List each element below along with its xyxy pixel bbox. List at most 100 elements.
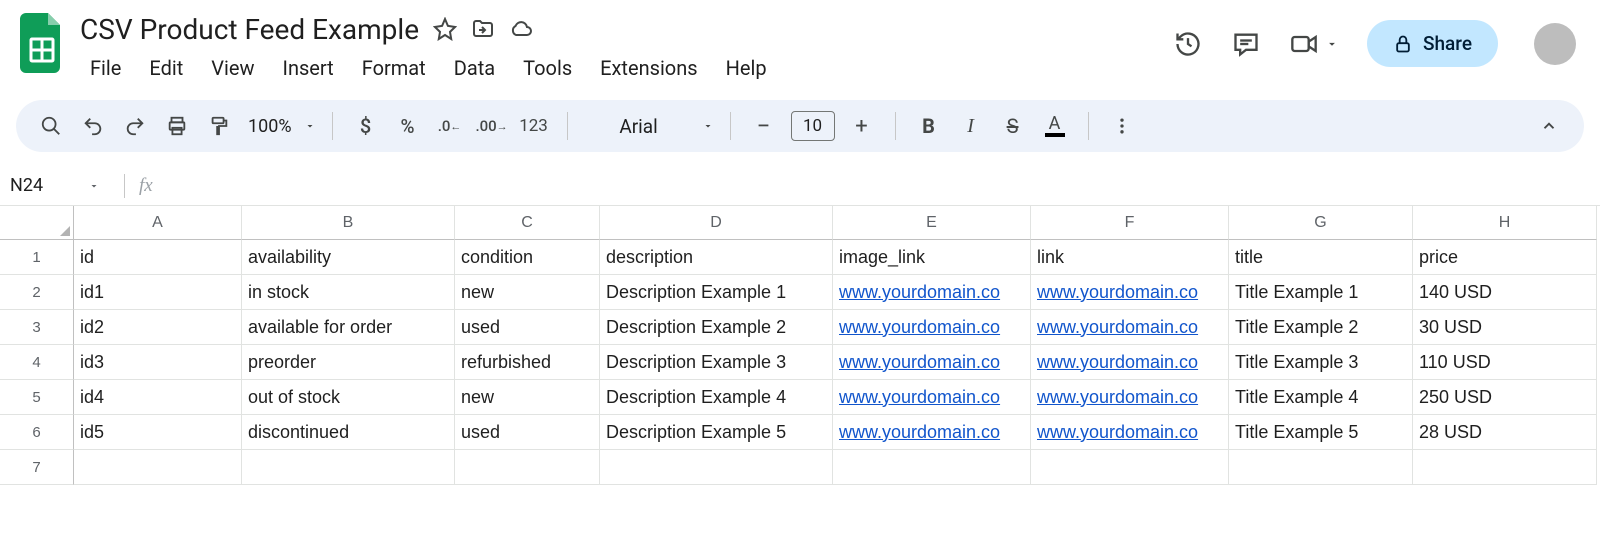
cell[interactable]: www.yourdomain.co	[833, 415, 1031, 450]
column-header[interactable]: G	[1229, 206, 1413, 240]
decrease-decimal-button[interactable]: .0←	[433, 109, 467, 143]
cell[interactable]: www.yourdomain.co	[833, 310, 1031, 345]
cell[interactable]: link	[1031, 240, 1229, 275]
cell[interactable]: Title Example 4	[1229, 380, 1413, 415]
row-header[interactable]: 4	[0, 345, 74, 380]
comments-icon[interactable]	[1231, 29, 1261, 59]
column-header[interactable]: D	[600, 206, 833, 240]
increase-font-button[interactable]: +	[845, 109, 879, 143]
cell[interactable]: new	[455, 380, 600, 415]
cell[interactable]: new	[455, 275, 600, 310]
cell[interactable]: id2	[74, 310, 242, 345]
cell[interactable]: Description Example 5	[600, 415, 833, 450]
column-header[interactable]: E	[833, 206, 1031, 240]
cell[interactable]: Title Example 3	[1229, 345, 1413, 380]
cell[interactable]: 110 USD	[1413, 345, 1597, 380]
chevron-down-icon[interactable]	[1325, 37, 1339, 51]
column-header[interactable]: H	[1413, 206, 1597, 240]
cell[interactable]: id5	[74, 415, 242, 450]
cell[interactable]: www.yourdomain.co	[1031, 380, 1229, 415]
cell[interactable]: id	[74, 240, 242, 275]
cell[interactable]: discontinued	[242, 415, 455, 450]
cell[interactable]: id3	[74, 345, 242, 380]
menu-help[interactable]: Help	[714, 52, 779, 84]
cell[interactable]: 28 USD	[1413, 415, 1597, 450]
cell[interactable]: www.yourdomain.co	[1031, 275, 1229, 310]
cell[interactable]	[1413, 450, 1597, 485]
cell[interactable]: used	[455, 415, 600, 450]
spreadsheet-grid[interactable]: 1234567 ABCDEFGH idavailabilitycondition…	[0, 206, 1600, 485]
cell[interactable]: Description Example 3	[600, 345, 833, 380]
menu-extensions[interactable]: Extensions	[588, 52, 709, 84]
name-box[interactable]: N24	[10, 175, 110, 196]
column-header[interactable]: A	[74, 206, 242, 240]
cell[interactable]: used	[455, 310, 600, 345]
bold-button[interactable]: B	[912, 109, 946, 143]
row-header[interactable]: 3	[0, 310, 74, 345]
cell[interactable]: Title Example 5	[1229, 415, 1413, 450]
font-select[interactable]: Arial	[584, 109, 694, 143]
decrease-font-button[interactable]: −	[747, 109, 781, 143]
cell[interactable]: price	[1413, 240, 1597, 275]
cell[interactable]: image_link	[833, 240, 1031, 275]
move-folder-icon[interactable]	[471, 17, 495, 41]
search-icon[interactable]	[34, 109, 68, 143]
percent-button[interactable]: %	[391, 109, 425, 143]
cell[interactable]	[1229, 450, 1413, 485]
strikethrough-button[interactable]: S	[996, 109, 1030, 143]
cell[interactable]: 250 USD	[1413, 380, 1597, 415]
cell[interactable]: Description Example 2	[600, 310, 833, 345]
cell[interactable]: 30 USD	[1413, 310, 1597, 345]
cell[interactable]: Description Example 4	[600, 380, 833, 415]
cell[interactable]: description	[600, 240, 833, 275]
currency-button[interactable]: $	[349, 109, 383, 143]
cell[interactable]: id1	[74, 275, 242, 310]
cell[interactable]: www.yourdomain.co	[833, 380, 1031, 415]
row-header[interactable]: 2	[0, 275, 74, 310]
cloud-status-icon[interactable]	[509, 17, 533, 41]
column-header[interactable]: F	[1031, 206, 1229, 240]
menu-edit[interactable]: Edit	[137, 52, 195, 84]
star-icon[interactable]	[433, 17, 457, 41]
document-title[interactable]: CSV Product Feed Example	[76, 13, 419, 46]
menu-file[interactable]: File	[78, 52, 133, 84]
zoom-select[interactable]: 100%	[244, 109, 296, 143]
cell[interactable]	[242, 450, 455, 485]
chevron-down-icon[interactable]	[304, 120, 316, 132]
column-header[interactable]: C	[455, 206, 600, 240]
column-header[interactable]: B	[242, 206, 455, 240]
cell[interactable]: Title Example 2	[1229, 310, 1413, 345]
row-header[interactable]: 5	[0, 380, 74, 415]
cell[interactable]	[1031, 450, 1229, 485]
collapse-toolbar-button[interactable]	[1532, 109, 1566, 143]
cell[interactable]: www.yourdomain.co	[833, 345, 1031, 380]
cell[interactable]	[455, 450, 600, 485]
cell[interactable]: www.yourdomain.co	[833, 275, 1031, 310]
share-button[interactable]: Share	[1367, 20, 1498, 67]
cell[interactable]: www.yourdomain.co	[1031, 345, 1229, 380]
row-header[interactable]: 6	[0, 415, 74, 450]
font-size-input[interactable]: 10	[791, 111, 835, 141]
select-all-corner[interactable]	[0, 206, 74, 240]
cell[interactable]	[600, 450, 833, 485]
cell[interactable]	[74, 450, 242, 485]
chevron-down-icon[interactable]	[702, 120, 714, 132]
menu-data[interactable]: Data	[442, 52, 507, 84]
cell[interactable]: preorder	[242, 345, 455, 380]
cell[interactable]: www.yourdomain.co	[1031, 310, 1229, 345]
cell[interactable]: availability	[242, 240, 455, 275]
cell[interactable]: www.yourdomain.co	[1031, 415, 1229, 450]
menu-format[interactable]: Format	[350, 52, 438, 84]
row-header[interactable]: 7	[0, 450, 74, 485]
cell[interactable]: id4	[74, 380, 242, 415]
paint-format-button[interactable]	[202, 109, 236, 143]
meet-icon[interactable]	[1289, 29, 1319, 59]
cell[interactable]: out of stock	[242, 380, 455, 415]
menu-insert[interactable]: Insert	[271, 52, 346, 84]
menu-tools[interactable]: Tools	[511, 52, 584, 84]
redo-button[interactable]	[118, 109, 152, 143]
cell[interactable]: Title Example 1	[1229, 275, 1413, 310]
history-icon[interactable]	[1173, 29, 1203, 59]
menu-view[interactable]: View	[199, 52, 266, 84]
cell[interactable]: 140 USD	[1413, 275, 1597, 310]
